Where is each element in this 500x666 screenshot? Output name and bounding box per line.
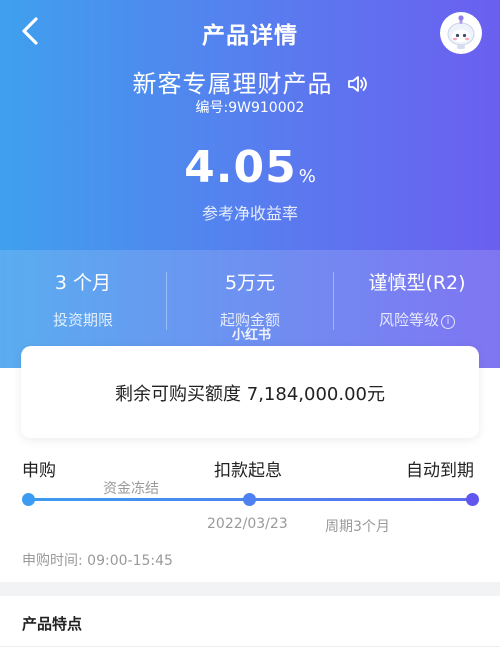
- speaker-icon[interactable]: [346, 73, 368, 95]
- features-section: 产品特点: [0, 596, 500, 666]
- stat-value: 谨慎型(R2): [368, 272, 466, 294]
- rate-value: 4.05: [184, 142, 297, 193]
- timeline-period: 周期3个月: [325, 519, 390, 535]
- divider: [0, 646, 500, 647]
- robot-avatar-icon: [441, 13, 481, 53]
- info-icon[interactable]: i: [441, 315, 455, 329]
- top-nav-bar: 产品详情: [0, 0, 500, 64]
- stat-value: 3 个月: [54, 272, 112, 294]
- rate-display: 4.05%: [0, 142, 500, 193]
- timeline-step-maturity: 自动到期: [406, 461, 474, 481]
- features-title: 产品特点: [22, 615, 83, 633]
- timeline-step-subscribe: 申购: [22, 461, 56, 481]
- stat-label: 投资期限: [52, 311, 113, 329]
- quota-card: 剩余可购买额度 7,184,000.00元: [21, 346, 479, 438]
- timeline-step-value-date: 扣款起息: [214, 461, 282, 481]
- stat-term: 3 个月 投资期限: [0, 268, 166, 330]
- stat-value: 5万元: [224, 272, 276, 294]
- stat-label-row: 风险等级 i: [334, 309, 500, 330]
- stat-risk-level[interactable]: 谨慎型(R2) 风险等级 i: [334, 268, 500, 330]
- timeline-dot: [243, 493, 256, 506]
- page-title: 产品详情: [202, 23, 298, 49]
- product-name-row: 新客专属理财产品: [0, 64, 500, 99]
- rate-unit: %: [298, 166, 316, 187]
- remaining-quota: 剩余可购买额度 7,184,000.00元: [115, 384, 385, 405]
- timeline-date: 2022/03/23: [207, 516, 288, 532]
- subscription-hours: 申购时间: 09:00-15:45: [22, 553, 173, 569]
- stat-label: 风险等级: [378, 311, 439, 329]
- timeline-freeze-label: 资金冻结: [103, 481, 159, 497]
- product-name: 新客专属理财产品: [132, 70, 333, 98]
- product-code: 编号:9W910002: [195, 100, 305, 116]
- rate-label: 参考净收益率: [201, 204, 298, 223]
- timeline-dot: [22, 493, 35, 506]
- timeline-dot: [466, 493, 479, 506]
- product-detail-page: 产品详情 新客专属理财产品 编号:9W910002 4.05% 参考净收益率 3…: [0, 0, 500, 666]
- watermark: 小红书: [232, 328, 272, 343]
- stat-min-amount: 5万元 起购金额: [167, 268, 333, 330]
- assistant-button[interactable]: [440, 12, 482, 54]
